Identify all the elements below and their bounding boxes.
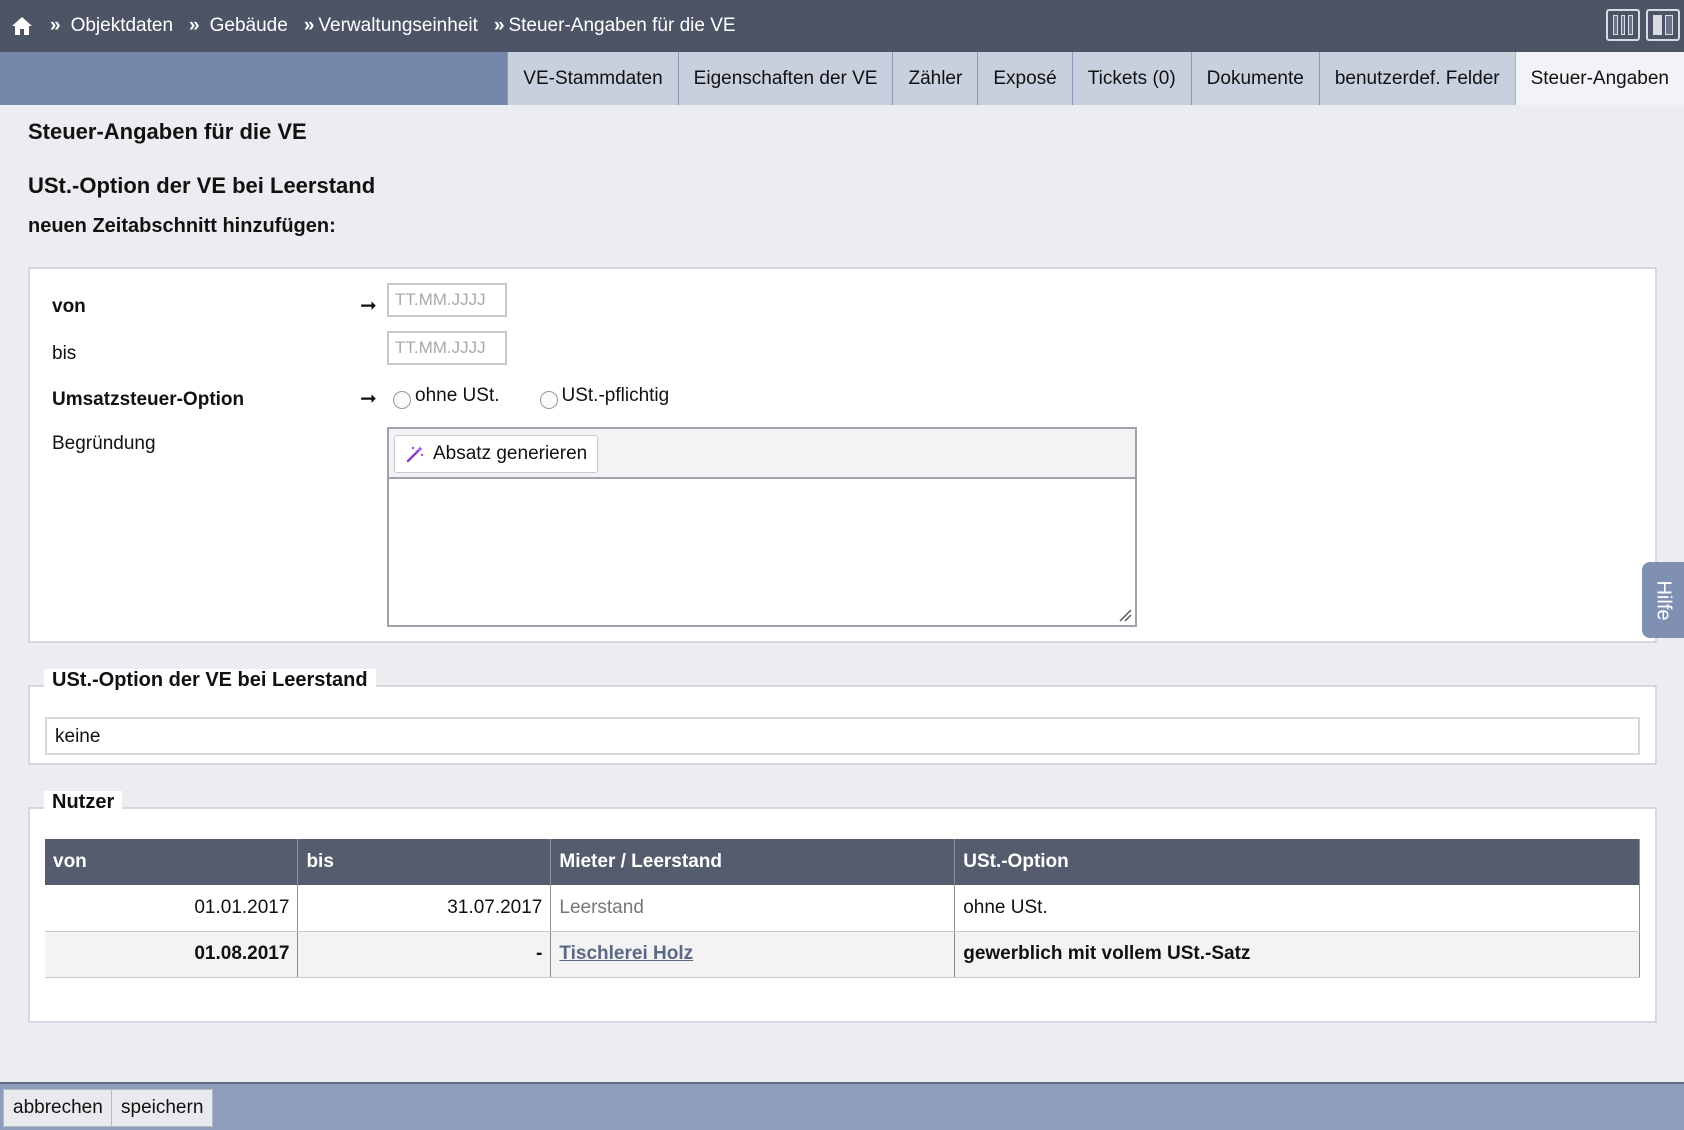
begruendung-textarea[interactable] [389, 479, 1135, 625]
table-row: 01.08.2017 - Tischlerei Holz gewerblich … [45, 931, 1640, 978]
tab-dokumente[interactable]: Dokumente [1190, 52, 1319, 105]
page-title: Steuer-Angaben für die VE [28, 119, 307, 144]
magic-wand-icon [406, 446, 424, 463]
column-header-ust-option[interactable]: USt.-Option [954, 839, 1640, 885]
column-header-bis[interactable]: bis [297, 839, 552, 885]
ust-option-panel: USt.-Option der VE bei Leerstand keine [28, 669, 1657, 765]
radio-ust-pflichtig-label[interactable]: USt.-pflichtig [562, 385, 670, 407]
cell-mieter: Leerstand [550, 885, 956, 932]
new-period-form: von ➞ bis Umsatzsteuer-Option ➞ ohne USt… [28, 267, 1657, 643]
tab-benutzerdef-felder[interactable]: benutzerdef. Felder [1318, 52, 1515, 105]
footer-bar: abbrechen speichern [0, 1082, 1684, 1130]
nutzer-legend: Nutzer [44, 791, 123, 814]
tab-steuer-angaben[interactable]: Steuer-Angaben [1514, 52, 1684, 105]
tab-eigenschaften[interactable]: Eigenschaften der VE [677, 52, 893, 105]
columns-wide-icon[interactable] [1646, 9, 1680, 41]
required-arrow-icon: ➞ [360, 295, 377, 317]
cancel-button[interactable]: abbrechen [3, 1089, 113, 1127]
cell-von: 01.01.2017 [45, 885, 299, 932]
tab-zaehler[interactable]: Zähler [892, 52, 978, 105]
radio-ohne-ust[interactable] [393, 391, 411, 409]
breadcrumb-item-objektdaten[interactable]: » Objektdaten [34, 15, 173, 37]
begruendung-editor: Absatz generieren [387, 427, 1137, 627]
generate-paragraph-button[interactable]: Absatz generieren [394, 435, 599, 473]
radio-ohne-ust-label[interactable]: ohne USt. [415, 385, 500, 407]
cell-bis: 31.07.2017 [297, 885, 552, 932]
cell-mieter: Tischlerei Holz [550, 931, 956, 978]
column-header-mieter[interactable]: Mieter / Leerstand [550, 839, 956, 885]
ust-option-value: keine [45, 717, 1640, 755]
column-header-von[interactable]: von [45, 839, 299, 885]
subsection-title: neuen Zeitabschnitt hinzufügen: [28, 215, 336, 237]
required-arrow-icon: ➞ [360, 388, 377, 410]
tab-expose[interactable]: Exposé [977, 52, 1072, 105]
table-header-row: von bis Mieter / Leerstand USt.-Option [45, 839, 1640, 885]
tab-bar: VE-Stammdaten Eigenschaften der VE Zähle… [0, 52, 1684, 105]
cell-von: 01.08.2017 [45, 931, 299, 978]
ust-option-radio-group: ohne USt. USt.-pflichtig [393, 385, 709, 409]
radio-ust-pflichtig[interactable] [539, 391, 558, 409]
table-row: 01.01.2017 31.07.2017 Leerstand ohne USt… [45, 885, 1640, 932]
help-label: Hilfe [1652, 579, 1675, 621]
breadcrumb-bar: » Objektdaten » Gebäude » Verwaltungsein… [0, 0, 1684, 52]
save-button[interactable]: speichern [111, 1089, 214, 1127]
tab-ve-stammdaten[interactable]: VE-Stammdaten [507, 52, 678, 105]
begruendung-label: Begründung [52, 433, 156, 454]
von-date-input[interactable] [387, 283, 507, 317]
nutzer-table: von bis Mieter / Leerstand USt.-Option 0… [45, 839, 1640, 978]
cell-ust-option: gewerblich mit vollem USt.-Satz [954, 931, 1640, 978]
breadcrumb-item-gebaeude[interactable]: » Gebäude [173, 15, 288, 37]
editor-toolbar: Absatz generieren [389, 429, 1135, 479]
breadcrumb-item-current: » Steuer-Angaben für die VE [493, 15, 736, 36]
option-label: Umsatzsteuer-Option [52, 389, 245, 410]
help-tab[interactable]: Hilfe [1642, 562, 1684, 638]
bis-date-input[interactable] [387, 331, 507, 365]
resize-handle-icon[interactable] [1118, 608, 1132, 622]
cell-bis: - [297, 931, 552, 978]
von-label: von [52, 296, 86, 317]
tenant-link[interactable]: Tischlerei Holz [559, 943, 693, 964]
home-icon[interactable] [10, 14, 34, 38]
cell-ust-option: ohne USt. [954, 885, 1640, 932]
tab-tickets[interactable]: Tickets (0) [1071, 52, 1191, 105]
ust-option-legend: USt.-Option der VE bei Leerstand [44, 669, 376, 692]
bis-label: bis [52, 343, 77, 364]
section-title: USt.-Option der VE bei Leerstand [28, 173, 376, 198]
breadcrumb-item-verwaltungseinheit[interactable]: » Verwaltungseinheit [288, 15, 478, 37]
columns-narrow-icon[interactable] [1606, 9, 1640, 41]
nutzer-panel: Nutzer von bis Mieter / Leerstand USt.-O… [28, 791, 1657, 1023]
generate-paragraph-label: Absatz generieren [433, 443, 588, 464]
